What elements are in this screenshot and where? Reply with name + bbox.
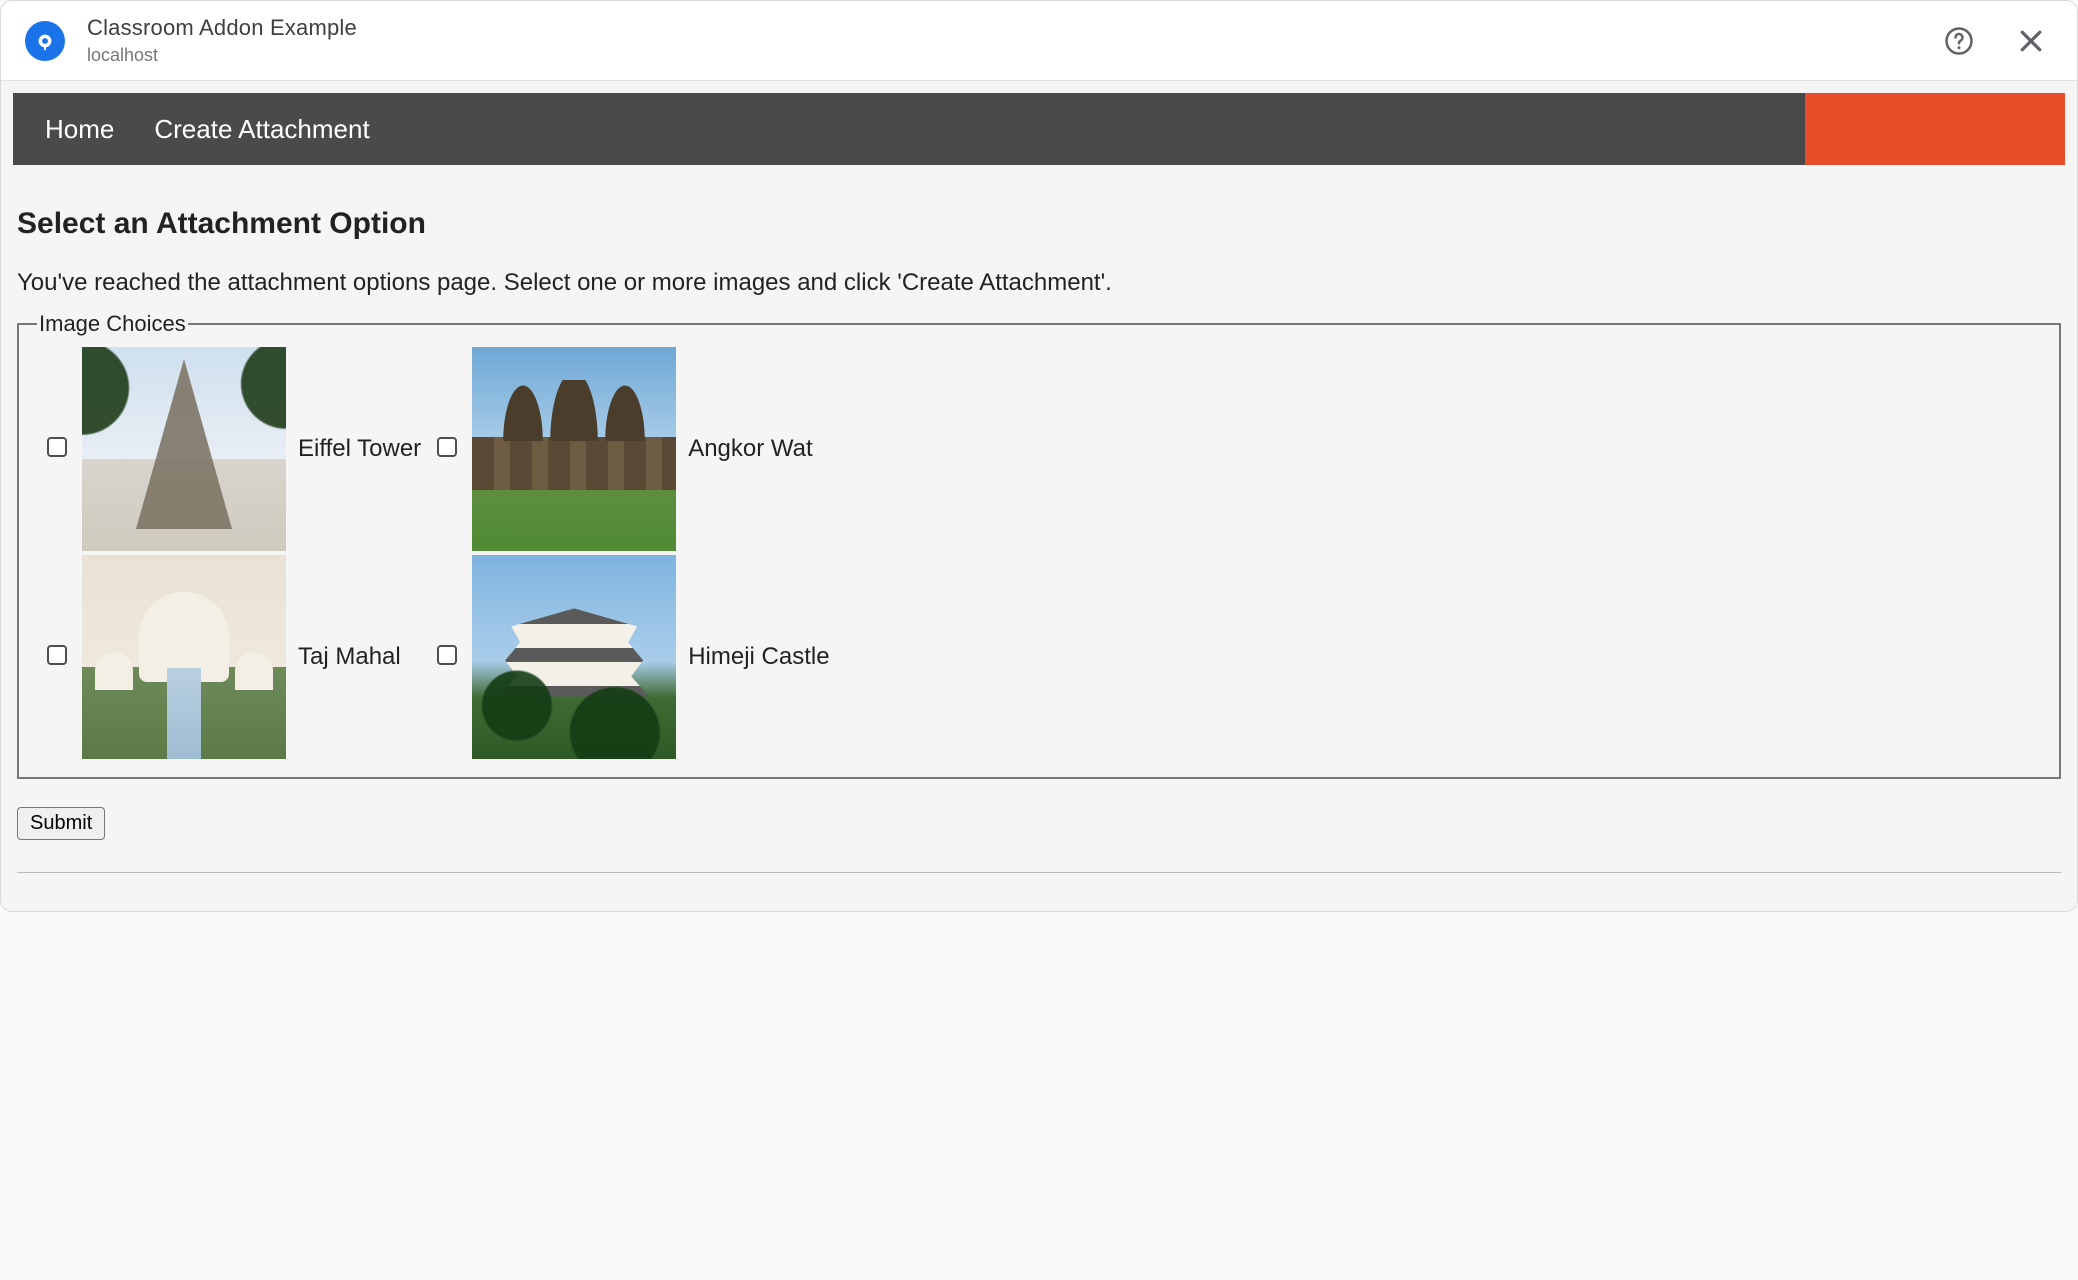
submit-button[interactable]: Submit — [17, 807, 105, 840]
dialog-action-icons — [1941, 23, 2049, 59]
dialog-subtitle: localhost — [87, 45, 1941, 66]
help-button[interactable] — [1941, 23, 1977, 59]
thumbnail-taj-mahal — [82, 555, 286, 759]
table-row: Taj Mahal Himeji Castle — [37, 553, 836, 761]
nav-link-create-attachment[interactable]: Create Attachment — [134, 114, 389, 145]
nav-link-home[interactable]: Home — [25, 114, 134, 145]
option-label-himeji-castle: Himeji Castle — [682, 553, 835, 761]
thumbnail-himeji-castle — [472, 555, 676, 759]
option-label-angkor-wat: Angkor Wat — [682, 345, 835, 553]
image-choices-table: Eiffel Tower Angkor Wat Taj Mahal Himeji… — [37, 345, 836, 761]
nav-links: Home Create Attachment — [13, 93, 390, 165]
addon-logo-icon — [25, 21, 65, 61]
thumbnail-angkor-wat — [472, 347, 676, 551]
option-label-taj-mahal: Taj Mahal — [292, 553, 427, 761]
dialog-header: Classroom Addon Example localhost — [1, 1, 2077, 81]
navbar: Home Create Attachment — [13, 93, 2065, 165]
fieldset-legend: Image Choices — [37, 311, 188, 337]
page-content: Select an Attachment Option You've reach… — [13, 165, 2065, 881]
table-row: Eiffel Tower Angkor Wat — [37, 345, 836, 553]
addon-dialog: Classroom Addon Example localhost Home — [0, 0, 2078, 912]
checkbox-angkor-wat[interactable] — [437, 437, 457, 457]
checkbox-eiffel-tower[interactable] — [47, 437, 67, 457]
thumbnail-eiffel-tower — [82, 347, 286, 551]
image-choices-fieldset: Image Choices Eiffel Tower Angkor Wat Ta… — [17, 311, 2061, 779]
close-icon — [2016, 26, 2046, 56]
addon-iframe-area: Home Create Attachment Select an Attachm… — [1, 81, 2077, 911]
checkbox-himeji-castle[interactable] — [437, 645, 457, 665]
dialog-title: Classroom Addon Example — [87, 15, 1941, 41]
option-label-eiffel-tower: Eiffel Tower — [292, 345, 427, 553]
dialog-title-block: Classroom Addon Example localhost — [87, 15, 1941, 66]
navbar-accent — [1805, 93, 2065, 165]
separator — [17, 872, 2061, 873]
help-icon — [1944, 26, 1974, 56]
close-button[interactable] — [2013, 23, 2049, 59]
page-title: Select an Attachment Option — [17, 207, 2061, 241]
page-description: You've reached the attachment options pa… — [17, 269, 2061, 297]
checkbox-taj-mahal[interactable] — [47, 645, 67, 665]
